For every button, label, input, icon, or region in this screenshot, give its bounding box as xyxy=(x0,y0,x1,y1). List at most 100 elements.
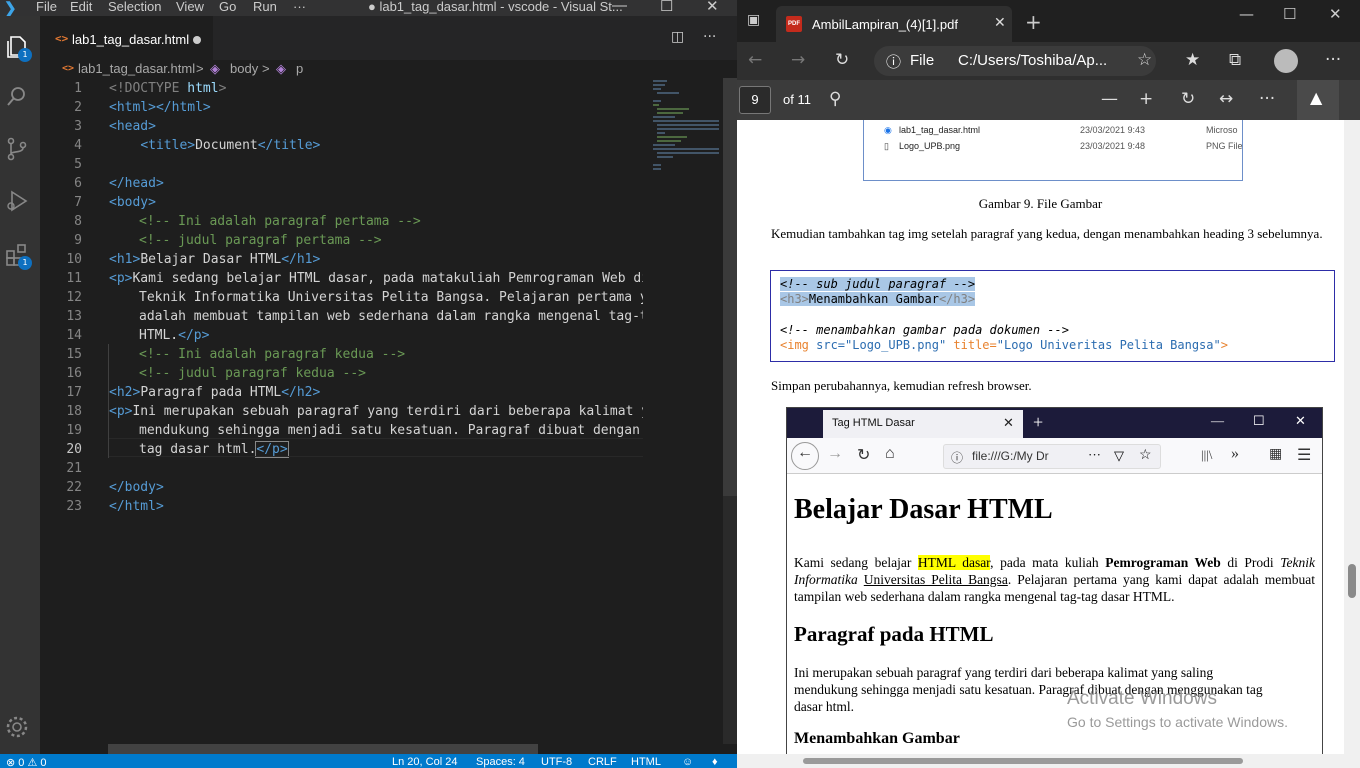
forward-icon[interactable]: → xyxy=(791,50,805,70)
scrollbar-thumb[interactable] xyxy=(803,758,1243,764)
firefox-tab-strip: Tag HTML Dasar ✕ + — ☐ ✕ xyxy=(787,408,1322,438)
menu-run[interactable]: Run xyxy=(253,0,277,14)
edge-file-icon: ◉ xyxy=(884,125,892,135)
activate-windows-subtitle: Go to Settings to activate Windows. xyxy=(1067,714,1288,730)
scrollbar-thumb[interactable] xyxy=(723,78,737,496)
activity-bar: 1 1 xyxy=(0,16,40,754)
menu-more[interactable]: ··· xyxy=(293,0,306,14)
code-token: <title> xyxy=(140,138,196,153)
menu-go[interactable]: Go xyxy=(219,0,236,14)
search-icon[interactable]: ⚲ xyxy=(829,89,841,109)
minimize-icon[interactable]: — xyxy=(612,0,627,14)
encoding[interactable]: UTF-8 xyxy=(541,756,572,768)
editor-vertical-scrollbar[interactable] xyxy=(723,78,737,744)
maximize-icon[interactable]: ☐ xyxy=(1283,5,1296,23)
address-bar[interactable]: ⓘ File C:/Users/Toshiba/Ap... xyxy=(874,46,1156,76)
editor-horizontal-scrollbar[interactable] xyxy=(108,744,538,754)
profile-avatar[interactable] xyxy=(1274,49,1298,73)
desktop: ❯ File Edit Selection View Go Run ··· ● … xyxy=(0,0,1360,768)
language-mode[interactable]: HTML xyxy=(631,756,661,768)
close-icon[interactable]: ✕ xyxy=(1329,5,1342,23)
paragraph: Kemudian tambahkan tag img setelah parag… xyxy=(771,226,1323,241)
code-token: Document xyxy=(195,138,258,153)
add-favorite-icon[interactable]: ☆ xyxy=(1137,50,1152,70)
indentation[interactable]: Spaces: 4 xyxy=(476,756,525,768)
menu-selection[interactable]: Selection xyxy=(108,0,161,14)
breadcrumb-file[interactable]: lab1_tag_dasar.html xyxy=(78,61,195,76)
source-control-icon[interactable] xyxy=(4,136,30,162)
code-line: </body> xyxy=(109,480,164,495)
code-token: src= xyxy=(808,338,846,352)
firefox-tab-close-icon: ✕ xyxy=(1003,415,1014,430)
collections-icon[interactable]: ⧉ xyxy=(1229,50,1241,70)
code-token: </h1> xyxy=(281,252,321,267)
code-token: <p> xyxy=(109,271,133,286)
firefox-extensions-icon: ▦ xyxy=(1269,447,1283,462)
code-line: adalah membuat tampilan web sederhana da… xyxy=(139,309,643,324)
settings-gear-icon[interactable] xyxy=(4,714,30,740)
scrollbar-thumb[interactable] xyxy=(1348,564,1356,598)
rotate-icon[interactable]: ↻ xyxy=(1181,89,1195,109)
tab-lab1-tag-dasar[interactable]: <> lab1_tag_dasar.html xyxy=(40,16,213,60)
refresh-icon[interactable]: ↻ xyxy=(835,50,849,70)
settings-more-icon[interactable]: ··· xyxy=(1325,50,1341,70)
minimize-icon[interactable]: — xyxy=(1239,5,1254,23)
pdf-vertical-scrollbar[interactable] xyxy=(1344,120,1360,754)
firefox-tab: Tag HTML Dasar ✕ xyxy=(823,410,1023,438)
line-number: 12 xyxy=(66,290,82,305)
page-number-input[interactable]: 9 xyxy=(739,86,771,114)
zoom-in-icon[interactable]: + xyxy=(1139,89,1153,109)
maximize-icon[interactable]: ☐ xyxy=(660,0,673,15)
file-type: Microso xyxy=(1206,125,1238,135)
code-token: </title> xyxy=(257,138,321,153)
more-actions-icon[interactable]: ··· xyxy=(703,29,716,45)
code-token: HTML. xyxy=(139,328,179,343)
close-icon[interactable]: ✕ xyxy=(706,0,719,15)
pdf-horizontal-scrollbar[interactable] xyxy=(737,754,1360,768)
pin-toolbar-button[interactable]: ▲ xyxy=(1297,80,1339,120)
problems-indicator[interactable]: ⊗ 0 ⚠ 0 xyxy=(6,756,46,768)
code-line: <title>Document</title> xyxy=(109,136,320,155)
search-icon[interactable] xyxy=(4,84,30,110)
firefox-overflow-icon: » xyxy=(1231,445,1239,462)
code-token: <h2> xyxy=(109,385,141,400)
firefox-nav-bar: ← → ↻ ⌂ ⓘ file:///G:/My Dr ··· ▽ ☆ |||\ … xyxy=(787,438,1322,474)
tab-actions-icon[interactable]: ▣ xyxy=(747,12,760,28)
firefox-maximize-icon: ☐ xyxy=(1253,413,1265,428)
run-debug-icon[interactable] xyxy=(4,188,30,214)
menu-view[interactable]: View xyxy=(176,0,204,14)
notifications-bell-icon[interactable]: ♦ xyxy=(712,756,718,768)
fit-page-icon[interactable]: ↔ xyxy=(1219,89,1233,109)
zoom-out-icon[interactable]: — xyxy=(1101,89,1118,109)
end-of-line[interactable]: CRLF xyxy=(588,756,617,768)
minimap[interactable] xyxy=(643,78,723,744)
feedback-icon[interactable]: ☺ xyxy=(682,756,693,768)
tab-close-icon[interactable]: ✕ xyxy=(994,15,1006,31)
favorites-icon[interactable]: ★ xyxy=(1185,50,1200,70)
code-line: <!DOCTYPE html> xyxy=(109,79,226,98)
unsaved-dot-icon[interactable] xyxy=(193,36,201,44)
breadcrumb-p[interactable]: p xyxy=(296,61,303,76)
file-date: 23/03/2021 9:43 xyxy=(1080,125,1146,135)
file-name: Logo_UPB.png xyxy=(899,141,961,151)
split-editor-icon[interactable]: ◫ xyxy=(671,29,684,45)
menu-file[interactable]: File xyxy=(36,0,57,14)
breadcrumb-body[interactable]: body xyxy=(230,61,258,76)
status-bar: ⊗ 0 ⚠ 0 Ln 20, Col 24 Spaces: 4 UTF-8 CR… xyxy=(0,754,737,768)
code-editor[interactable]: 1 2 3 4 5 6 7 8 9 10 11 12 13 14 15 16 1… xyxy=(40,78,643,744)
breadcrumb-sep: > xyxy=(196,61,204,76)
info-icon[interactable]: ⓘ xyxy=(886,51,901,72)
new-tab-icon[interactable]: + xyxy=(1025,10,1042,34)
extensions-badge: 1 xyxy=(18,256,32,270)
line-number: 20 xyxy=(66,442,82,457)
vscode-window: ❯ File Edit Selection View Go Run ··· ● … xyxy=(0,0,737,768)
more-tools-icon[interactable]: ··· xyxy=(1259,89,1275,109)
tab-pdf[interactable]: PDF AmbilLampiran_(4)[1].pdf ✕ xyxy=(776,6,1012,42)
cursor-position[interactable]: Ln 20, Col 24 xyxy=(392,756,457,768)
line-number: 15 xyxy=(66,347,82,362)
menu-edit[interactable]: Edit xyxy=(70,0,92,14)
breadcrumb-sep: > xyxy=(262,61,270,76)
explorer-badge: 1 xyxy=(18,48,32,62)
back-icon[interactable]: ← xyxy=(748,50,762,70)
pdf-page[interactable]: ◉ lab1_tag_dasar.html 23/03/2021 9:43 Mi… xyxy=(737,120,1344,754)
